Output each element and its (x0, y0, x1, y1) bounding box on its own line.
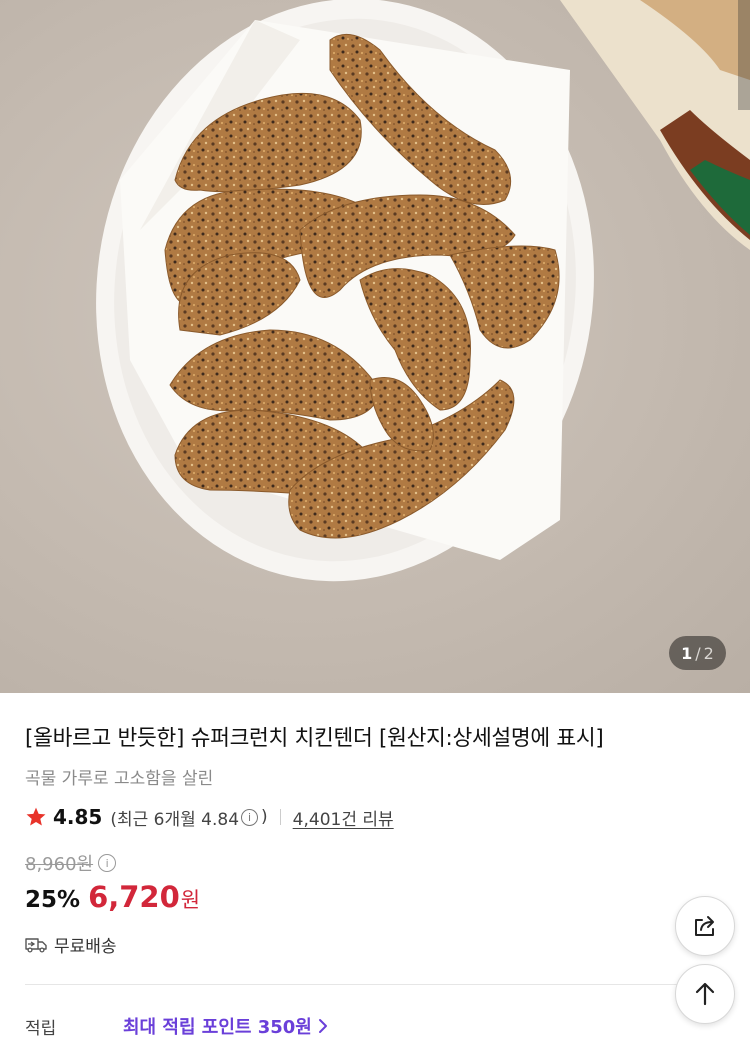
share-icon (695, 916, 714, 936)
product-subtitle: 곡물 가루로 고소함을 살린 (25, 769, 214, 789)
points-row[interactable]: 적립 최대 적립 포인트 350원 (25, 1013, 328, 1038)
scroll-to-top-button[interactable] (675, 964, 735, 1024)
divider (279, 809, 281, 825)
rating-value: 4.85 (53, 805, 103, 829)
star-icon (26, 807, 46, 826)
arrow-up-icon (695, 982, 715, 1006)
rating-row: 4.85 (최근 6개월 4.84 i ) 4,401건 리뷰 (25, 803, 394, 831)
delivery-label: 무료배송 (54, 937, 117, 957)
points-link[interactable]: 최대 적립 포인트 350원 (123, 1013, 328, 1038)
page-total: 2 (703, 643, 714, 663)
recent-rating: (최근 6개월 4.84 i ) (110, 805, 267, 830)
points-label: 적립 (25, 1018, 57, 1038)
original-price-row: 8,960원 i (25, 850, 119, 876)
sale-price: 6,720 (88, 880, 180, 914)
recent-rating-prefix: (최근 6개월 4.84 (110, 809, 240, 830)
currency-unit: 원 (180, 888, 201, 912)
price-info-icon[interactable]: i (98, 854, 117, 872)
product-image[interactable]: 1 / 2 (0, 0, 750, 693)
product-photo (96, 0, 750, 582)
sale-price-row: 25% 6,720 원 (25, 880, 200, 914)
section-divider (25, 984, 725, 985)
product-title: [올바르고 반듯한] 슈퍼크런치 치킨텐더 [원산지:상세설명에 표시] (25, 726, 604, 751)
original-price: 8,960원 (25, 854, 94, 875)
review-count-link[interactable]: 4,401건 리뷰 (293, 805, 394, 830)
points-value: 최대 적립 포인트 350원 (123, 1017, 312, 1038)
recent-rating-suffix: ) (261, 807, 268, 827)
info-icon[interactable]: i (241, 808, 259, 826)
page-separator: / (695, 643, 701, 663)
truck-icon (25, 937, 47, 953)
page-current: 1 (681, 643, 693, 663)
delivery-row: 무료배송 (25, 932, 117, 957)
chevron-right-icon (318, 1019, 327, 1033)
image-page-indicator: 1 / 2 (669, 636, 726, 670)
share-button[interactable] (675, 896, 735, 956)
discount-rate: 25% (25, 887, 81, 913)
